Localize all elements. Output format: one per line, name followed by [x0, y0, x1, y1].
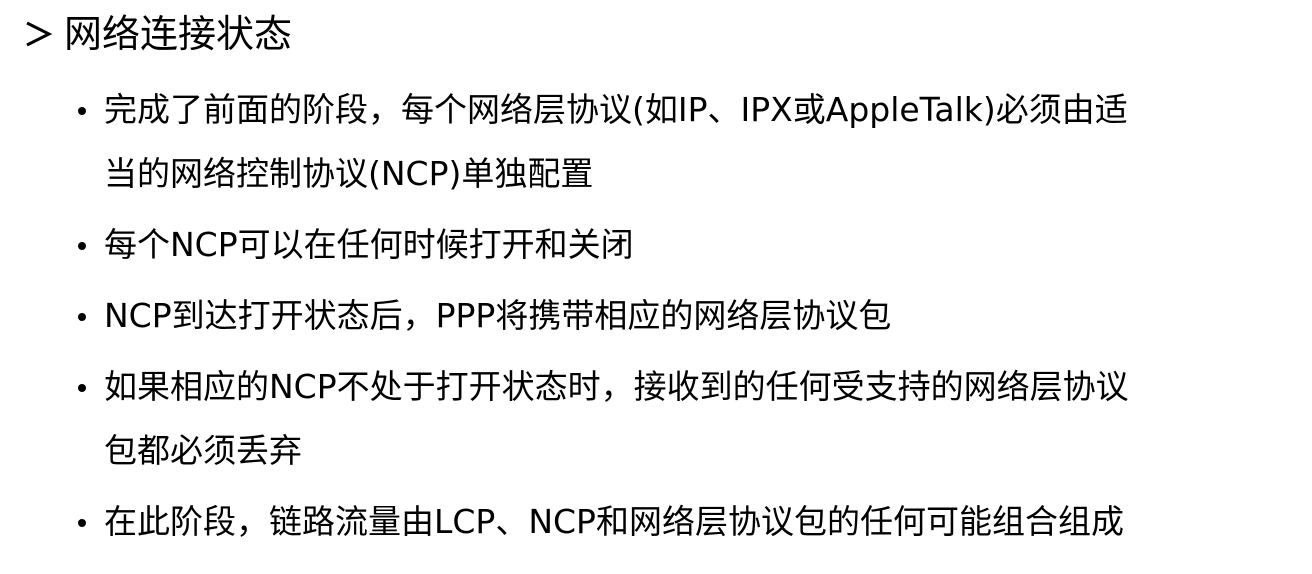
- bullet-line: NCP到达打开状态后，PPP将携带相应的网络层协议包: [104, 296, 892, 335]
- bullet-line: 如果相应的NCP不处于打开状态时，接收到的任何受支持的网络层协议: [104, 367, 1129, 406]
- bullet-line: 在此阶段，链路流量由LCP、NCP和网络层协议包的任何可能组合组成: [104, 502, 1124, 541]
- bullet-item: 每个NCP可以在任何时候打开和关闭: [72, 213, 1302, 277]
- bullet-dot-icon: [78, 107, 86, 115]
- slide: 网络连接状态 完成了前面的阶段，每个网络层协议(如IP、IPX或AppleTal…: [0, 0, 1312, 574]
- bullet-line: 当的网络控制协议(NCP)单独配置: [104, 154, 594, 193]
- bullet-list: 完成了前面的阶段，每个网络层协议(如IP、IPX或AppleTalk)必须由适 …: [72, 78, 1302, 561]
- arrow-bullet-icon: [24, 19, 53, 49]
- slide-title: 网络连接状态: [64, 12, 293, 56]
- bullet-dot-icon: [78, 242, 86, 250]
- slide-heading: 网络连接状态: [24, 6, 292, 62]
- bullet-dot-icon: [78, 384, 86, 392]
- bullet-line: 完成了前面的阶段，每个网络层协议(如IP、IPX或AppleTalk)必须由适: [104, 90, 1128, 129]
- bullet-item: 如果相应的NCP不处于打开状态时，接收到的任何受支持的网络层协议 包都必须丢弃: [72, 355, 1302, 483]
- bullet-dot-icon: [78, 519, 86, 527]
- bullet-dot-icon: [78, 313, 86, 321]
- bullet-item: 完成了前面的阶段，每个网络层协议(如IP、IPX或AppleTalk)必须由适 …: [72, 78, 1302, 206]
- bullet-item: NCP到达打开状态后，PPP将携带相应的网络层协议包: [72, 284, 1302, 348]
- bullet-line: 每个NCP可以在任何时候打开和关闭: [104, 225, 634, 264]
- bullet-item: 在此阶段，链路流量由LCP、NCP和网络层协议包的任何可能组合组成: [72, 490, 1302, 554]
- bullet-line: 包都必须丢弃: [104, 431, 302, 470]
